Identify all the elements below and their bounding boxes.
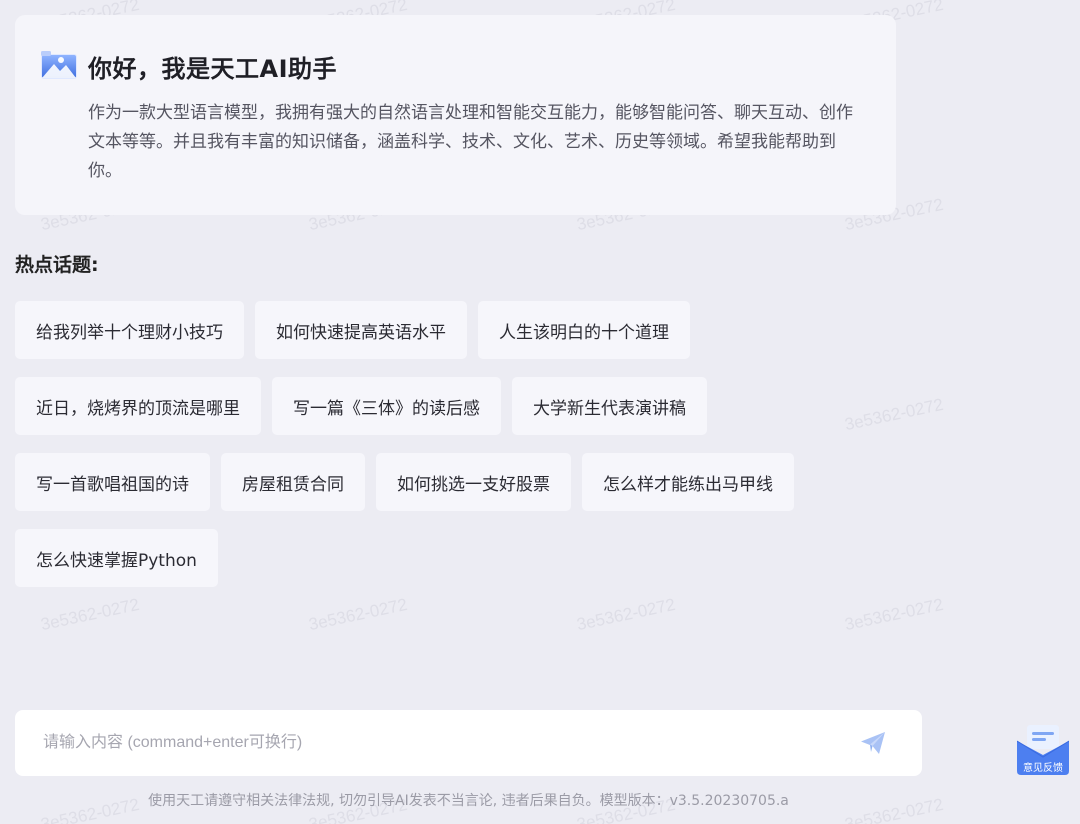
chat-home-page: 3e5362-0272 3e5362-0272 3e5362-0272 3e5362-… bbox=[0, 0, 1080, 824]
welcome-title: 你好，我是天工AI助手 bbox=[88, 55, 338, 83]
topic-chip[interactable]: 写一首歌唱祖国的诗 bbox=[15, 453, 210, 511]
hot-topics-list: 给我列举十个理财小技巧 如何快速提高英语水平 人生该明白的十个道理 近日，烧烤界… bbox=[15, 301, 885, 587]
topic-chip[interactable]: 给我列举十个理财小技巧 bbox=[15, 301, 244, 359]
hot-topics-label: 热点话题: bbox=[15, 254, 99, 276]
message-input-box bbox=[15, 710, 922, 776]
topic-chip[interactable]: 大学新生代表演讲稿 bbox=[512, 377, 707, 435]
watermark-text: 3e5362-0272 bbox=[307, 594, 409, 635]
feedback-label: 意见反馈 bbox=[1023, 763, 1063, 774]
topic-chip[interactable]: 怎么快速掌握Python bbox=[15, 529, 218, 587]
welcome-card: 你好，我是天工AI助手 作为一款大型语言模型，我拥有强大的自然语言处理和智能交互… bbox=[15, 15, 896, 215]
topic-chip[interactable]: 房屋租赁合同 bbox=[221, 453, 365, 511]
mountain-logo-icon bbox=[41, 51, 77, 79]
watermark-text: 3e5362-0272 bbox=[39, 594, 141, 635]
footer-disclaimer: 使用天工请遵守相关法律法规, 切勿引导AI发表不当言论, 违者后果自负。模型版本… bbox=[148, 793, 789, 809]
topic-chip[interactable]: 怎么样才能练出马甲线 bbox=[582, 453, 794, 511]
topic-chip[interactable]: 近日，烧烤界的顶流是哪里 bbox=[15, 377, 261, 435]
topic-chip[interactable]: 如何挑选一支好股票 bbox=[376, 453, 571, 511]
feedback-button[interactable]: 意见反馈 bbox=[1016, 725, 1070, 775]
welcome-description: 作为一款大型语言模型，我拥有强大的自然语言处理和智能交互能力，能够智能问答、聊天… bbox=[88, 103, 853, 181]
send-icon[interactable] bbox=[860, 731, 886, 755]
watermark-text: 3e5362-0272 bbox=[575, 594, 677, 635]
topic-chip[interactable]: 如何快速提高英语水平 bbox=[255, 301, 467, 359]
watermark-text: 3e5362-0272 bbox=[843, 594, 945, 635]
topic-chip[interactable]: 人生该明白的十个道理 bbox=[478, 301, 690, 359]
topic-chip[interactable]: 写一篇《三体》的读后感 bbox=[272, 377, 501, 435]
message-input[interactable] bbox=[43, 710, 843, 776]
